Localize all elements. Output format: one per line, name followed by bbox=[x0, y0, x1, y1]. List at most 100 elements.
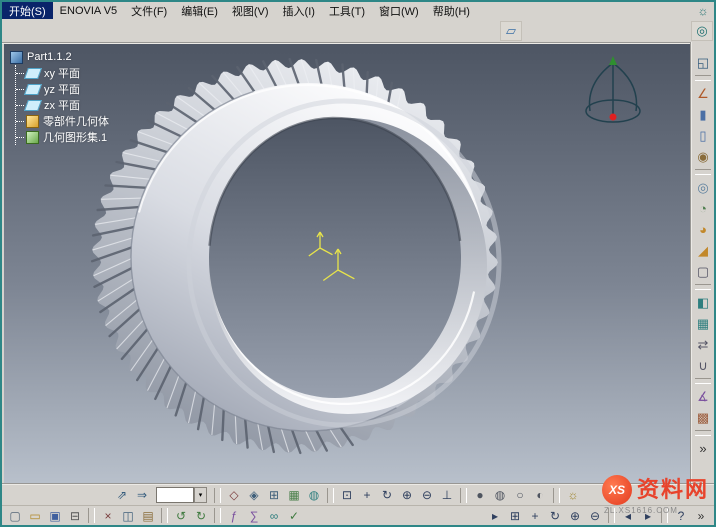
toolbar-separator bbox=[695, 75, 711, 81]
zoom-out-icon[interactable]: ⊖ bbox=[417, 486, 437, 504]
menu-item-窗口(W)[interactable]: 窗口(W) bbox=[372, 2, 426, 19]
menu-item-开始(S)[interactable]: 开始(S) bbox=[2, 2, 53, 19]
pan-icon[interactable]: + bbox=[357, 486, 377, 504]
grid-icon[interactable]: ▦ bbox=[284, 486, 304, 504]
menubar-items: 开始(S)ENOVIA V5文件(F)编辑(E)视图(V)插入(I)工具(T)窗… bbox=[2, 2, 477, 19]
rotate-icon[interactable]: ↻ bbox=[377, 486, 397, 504]
watermark-row: XS 资料网 bbox=[602, 475, 709, 505]
sketch-tracer-icon[interactable]: ▱ bbox=[500, 21, 522, 41]
compass-anchor-dot[interactable] bbox=[610, 114, 617, 121]
toolbar-separator bbox=[695, 169, 711, 175]
tree-item[interactable]: zx 平面 bbox=[16, 97, 109, 113]
open-icon[interactable]: ▭ bbox=[25, 507, 45, 525]
save-icon[interactable]: ▣ bbox=[45, 507, 65, 525]
tree-item[interactable]: 几何图形集.1 bbox=[16, 129, 109, 145]
tree-root[interactable]: Part1.1.2 bbox=[10, 49, 109, 65]
rotate-alt-icon[interactable]: ↻ bbox=[545, 507, 565, 525]
compass[interactable] bbox=[582, 55, 644, 133]
catia-window: 开始(S)ENOVIA V5文件(F)编辑(E)视图(V)插入(I)工具(T)窗… bbox=[0, 0, 716, 527]
shell-icon[interactable]: ▢ bbox=[693, 262, 713, 281]
iso-view-icon[interactable]: ◈ bbox=[244, 486, 264, 504]
toolbar-separator bbox=[161, 508, 168, 523]
mirror-icon[interactable]: ◧ bbox=[693, 293, 713, 312]
part-body-icon bbox=[26, 115, 39, 128]
tree-item-label: yz 平面 bbox=[44, 81, 80, 97]
menu-item-视图(V)[interactable]: 视图(V) bbox=[225, 2, 276, 19]
menu-item-帮助(H)[interactable]: 帮助(H) bbox=[426, 2, 477, 19]
tree-item-label: 几何图形集.1 bbox=[43, 129, 107, 145]
specification-tree: Part1.1.2 xy 平面yz 平面zx 平面零部件几何体几何图形集.1 bbox=[10, 49, 109, 145]
redo-icon[interactable]: ↻ bbox=[191, 507, 211, 525]
measure-icon[interactable]: ∡ bbox=[693, 387, 713, 406]
right-toolbar: ◱ ∠ ▮ ▯ ◉ ◎ ◔ ◕ ◢ ▢ ◧ ▦ ⇄ ∪ ∡ ▩ » bbox=[690, 42, 714, 483]
exit-workbench-icon[interactable]: ◱ bbox=[693, 53, 713, 72]
cut-icon[interactable]: × bbox=[98, 507, 118, 525]
workbench-icon[interactable]: ◎ bbox=[691, 21, 713, 41]
toolbar-separator bbox=[460, 488, 467, 503]
menu-item-插入(I)[interactable]: 插入(I) bbox=[276, 2, 322, 19]
fly-mode-icon[interactable]: ⇗ bbox=[112, 486, 132, 504]
menu-item-ENOVIA V5[interactable]: ENOVIA V5 bbox=[53, 2, 124, 19]
power-input-combo-input[interactable] bbox=[156, 487, 194, 503]
part-icon bbox=[10, 51, 23, 64]
watermark: XS 资料网 ZL.XS1616.COM bbox=[602, 475, 709, 515]
top-toolbar: ▱◎ bbox=[2, 19, 714, 44]
toolbar-overflow-down-icon[interactable]: » bbox=[693, 439, 713, 458]
toolbar-separator bbox=[695, 378, 711, 384]
undo-icon[interactable]: ↺ bbox=[171, 507, 191, 525]
copy-icon[interactable]: ◫ bbox=[118, 507, 138, 525]
menu-item-工具(T)[interactable]: 工具(T) bbox=[322, 2, 372, 19]
pan-alt-icon[interactable]: + bbox=[525, 507, 545, 525]
multi-view-icon[interactable]: ⊞ bbox=[264, 486, 284, 504]
tree-item-label: xy 平面 bbox=[44, 65, 80, 81]
material-icon[interactable]: ▩ bbox=[693, 408, 713, 427]
shaft-icon[interactable]: ◉ bbox=[693, 147, 713, 166]
sketcher-icon[interactable]: ∠ bbox=[693, 84, 713, 103]
power-input-combo[interactable]: ▾ bbox=[156, 487, 207, 503]
chamfer-icon[interactable]: ◢ bbox=[693, 241, 713, 260]
geometric-set-icon bbox=[26, 131, 39, 144]
zoom-in-icon[interactable]: ⊕ bbox=[397, 486, 417, 504]
select-arrow-icon[interactable]: ▸ bbox=[485, 507, 505, 525]
fit-all-icon[interactable]: ⊡ bbox=[337, 486, 357, 504]
plane-icon bbox=[24, 84, 42, 95]
translate-icon[interactable]: ⇄ bbox=[693, 335, 713, 354]
pattern-icon[interactable]: ▦ bbox=[693, 314, 713, 333]
pad-icon[interactable]: ▮ bbox=[693, 105, 713, 124]
toolbar-separator bbox=[553, 488, 560, 503]
compass-tool-icon[interactable]: ◇ bbox=[224, 486, 244, 504]
light-icon[interactable]: ☼ bbox=[563, 486, 583, 504]
tree-item[interactable]: 零部件几何体 bbox=[16, 113, 109, 129]
check-icon[interactable]: ✓ bbox=[284, 507, 304, 525]
viewport-3d[interactable]: Part1.1.2 xy 平面yz 平面zx 平面零部件几何体几何图形集.1 bbox=[4, 42, 690, 483]
new-document-icon[interactable]: ▢ bbox=[5, 507, 25, 525]
menu-item-文件(F)[interactable]: 文件(F) bbox=[124, 2, 174, 19]
pocket-icon[interactable]: ▯ bbox=[693, 126, 713, 145]
shading-edges-icon[interactable]: ◍ bbox=[490, 486, 510, 504]
normal-view-icon[interactable]: ⊥ bbox=[437, 486, 457, 504]
formula-icon[interactable]: ƒ bbox=[224, 507, 244, 525]
tree-item[interactable]: yz 平面 bbox=[16, 81, 109, 97]
plane-icon bbox=[24, 100, 42, 111]
shading-icon[interactable]: ● bbox=[470, 486, 490, 504]
power-input-combo-dropdown-icon[interactable]: ▾ bbox=[194, 487, 207, 503]
print-icon[interactable]: ⊟ bbox=[65, 507, 85, 525]
rib-icon[interactable]: ◔ bbox=[693, 199, 713, 218]
watermark-subtitle: ZL.XS1616.COM bbox=[604, 506, 678, 515]
walk-mode-icon[interactable]: ⇒ bbox=[132, 486, 152, 504]
sum-icon[interactable]: ∑ bbox=[244, 507, 264, 525]
hole-icon[interactable]: ◎ bbox=[693, 178, 713, 197]
tree-item[interactable]: xy 平面 bbox=[16, 65, 109, 81]
wireframe-icon[interactable]: ○ bbox=[510, 486, 530, 504]
zoom-area-icon[interactable]: ⊞ bbox=[505, 507, 525, 525]
tree-item-label: zx 平面 bbox=[44, 97, 80, 113]
globe-icon[interactable]: ◍ bbox=[304, 486, 324, 504]
hide-show-icon[interactable]: ◐ bbox=[530, 486, 550, 504]
zoom-in-alt-icon[interactable]: ⊕ bbox=[565, 507, 585, 525]
link-icon[interactable]: ∞ bbox=[264, 507, 284, 525]
paste-icon[interactable]: ▤ bbox=[138, 507, 158, 525]
fillet-icon[interactable]: ◕ bbox=[693, 220, 713, 239]
settings-gear-icon[interactable]: ☼ bbox=[695, 3, 711, 18]
boolean-icon[interactable]: ∪ bbox=[693, 356, 713, 375]
menu-item-编辑(E)[interactable]: 编辑(E) bbox=[174, 2, 225, 19]
